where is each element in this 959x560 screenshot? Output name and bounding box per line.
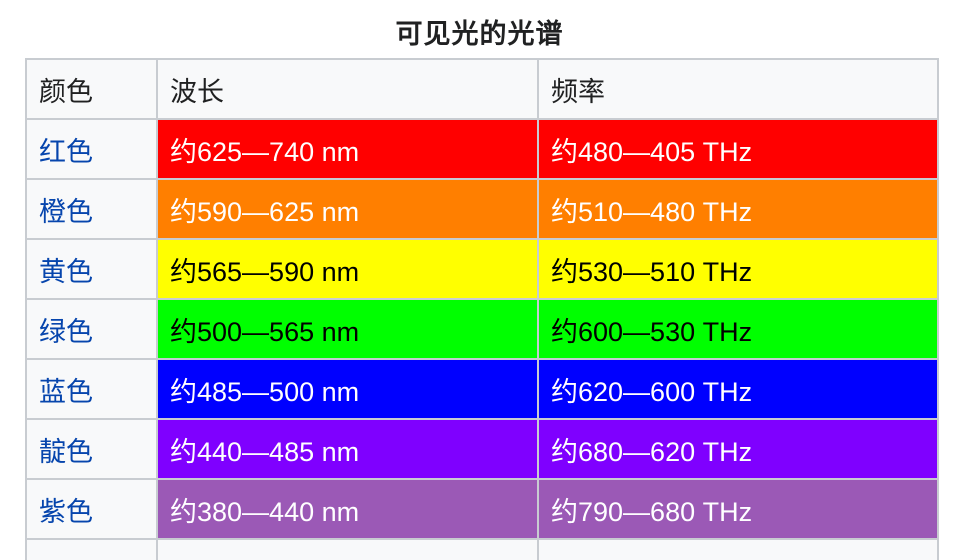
header-frequency: 频率 (537, 58, 939, 120)
empty-cell (156, 538, 539, 560)
wavelength-cell: 约485—500 nm (156, 358, 539, 420)
table-row-partial (25, 538, 939, 560)
color-name-link[interactable]: 绿色 (25, 298, 158, 360)
table-caption: 可见光的光谱 (395, 19, 564, 50)
table-row: 绿色 约500—565 nm 约600—530 THz (25, 298, 939, 360)
header-color: 颜色 (25, 58, 158, 120)
wavelength-cell: 约380—440 nm (156, 478, 539, 540)
header-wavelength: 波长 (156, 58, 539, 120)
color-name-link[interactable]: 靛色 (25, 418, 158, 480)
wavelength-cell: 约625—740 nm (156, 118, 539, 180)
table-row: 黄色 约565—590 nm 约530—510 THz (25, 238, 939, 300)
table-row: 紫色 约380—440 nm 约790—680 THz (25, 478, 939, 540)
visible-spectrum-table: 颜色 波长 频率 红色 约625—740 nm 约480—405 THz 橙色 … (25, 58, 939, 560)
frequency-cell: 约480—405 THz (537, 118, 939, 180)
table-row: 靛色 约440—485 nm 约680—620 THz (25, 418, 939, 480)
frequency-cell: 约510—480 THz (537, 178, 939, 240)
color-name-link[interactable]: 蓝色 (25, 358, 158, 420)
color-name-link[interactable]: 橙色 (25, 178, 158, 240)
empty-cell (537, 538, 939, 560)
header-row: 颜色 波长 频率 (25, 58, 939, 120)
frequency-cell: 约600—530 THz (537, 298, 939, 360)
wavelength-cell: 约565—590 nm (156, 238, 539, 300)
wavelength-cell: 约440—485 nm (156, 418, 539, 480)
color-name-link[interactable]: 紫色 (25, 478, 158, 540)
frequency-cell: 约790—680 THz (537, 478, 939, 540)
wavelength-cell: 约590—625 nm (156, 178, 539, 240)
table-row: 红色 约625—740 nm 约480—405 THz (25, 118, 939, 180)
frequency-cell: 约620—600 THz (537, 358, 939, 420)
table-row: 橙色 约590—625 nm 约510—480 THz (25, 178, 939, 240)
wavelength-cell: 约500—565 nm (156, 298, 539, 360)
empty-cell (25, 538, 158, 560)
table-row: 蓝色 约485—500 nm 约620—600 THz (25, 358, 939, 420)
spectrum-page: 可见光的光谱 颜色 波长 频率 红色 约625—740 nm 约480—405 … (0, 0, 959, 560)
color-name-link[interactable]: 黄色 (25, 238, 158, 300)
frequency-cell: 约530—510 THz (537, 238, 939, 300)
color-name-link[interactable]: 红色 (25, 118, 158, 180)
frequency-cell: 约680—620 THz (537, 418, 939, 480)
